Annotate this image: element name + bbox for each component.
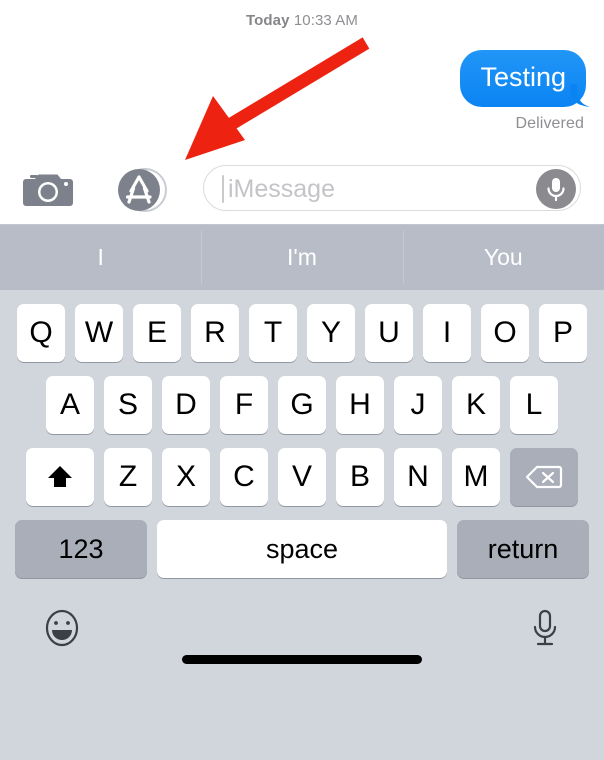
on-screen-keyboard: I I'm You Q W E R T Y U I O P A S D F G … bbox=[0, 224, 604, 760]
prediction-item-2[interactable]: I'm bbox=[201, 224, 402, 290]
key-m[interactable]: M bbox=[452, 448, 500, 506]
keyboard-row-3: Z X C V B N M bbox=[0, 448, 604, 506]
message-input-bar: iMessage bbox=[0, 156, 604, 224]
delete-icon[interactable] bbox=[510, 448, 578, 506]
key-b[interactable]: B bbox=[336, 448, 384, 506]
key-d[interactable]: D bbox=[162, 376, 210, 434]
conversation-timestamp: Today 10:33 AM bbox=[0, 12, 604, 29]
key-i[interactable]: I bbox=[423, 304, 471, 362]
key-v[interactable]: V bbox=[278, 448, 326, 506]
key-n[interactable]: N bbox=[394, 448, 442, 506]
emoji-icon[interactable] bbox=[40, 606, 84, 650]
key-p[interactable]: P bbox=[539, 304, 587, 362]
key-y[interactable]: Y bbox=[307, 304, 355, 362]
key-x[interactable]: X bbox=[162, 448, 210, 506]
keyboard-row-1: Q W E R T Y U I O P bbox=[0, 304, 604, 362]
timestamp-day: Today bbox=[245, 12, 290, 29]
key-l[interactable]: L bbox=[510, 376, 558, 434]
message-status: Delivered bbox=[515, 115, 584, 132]
key-u[interactable]: U bbox=[365, 304, 413, 362]
key-k[interactable]: K bbox=[452, 376, 500, 434]
key-r[interactable]: R bbox=[191, 304, 239, 362]
key-e[interactable]: E bbox=[133, 304, 181, 362]
key-h[interactable]: H bbox=[336, 376, 384, 434]
numeric-key[interactable]: 123 bbox=[15, 520, 147, 578]
keyboard-keys: Q W E R T Y U I O P A S D F G H J K L Z … bbox=[0, 290, 604, 578]
key-z[interactable]: Z bbox=[104, 448, 152, 506]
prediction-item-3[interactable]: You bbox=[402, 224, 604, 290]
key-c[interactable]: C bbox=[220, 448, 268, 506]
imessage-screen: Today 10:33 AM Testing Delivered iMessag… bbox=[0, 0, 604, 760]
message-bubble[interactable]: Testing bbox=[460, 50, 591, 107]
key-j[interactable]: J bbox=[394, 376, 442, 434]
predictive-text-bar: I I'm You bbox=[0, 224, 604, 290]
app-store-icon[interactable] bbox=[110, 166, 172, 214]
message-row-outgoing: Testing bbox=[460, 50, 591, 107]
key-w[interactable]: W bbox=[75, 304, 123, 362]
microphone-icon[interactable] bbox=[536, 169, 576, 209]
prediction-item-1[interactable]: I bbox=[0, 224, 201, 290]
bubble-tail bbox=[569, 84, 593, 108]
home-indicator bbox=[182, 655, 422, 664]
key-q[interactable]: Q bbox=[17, 304, 65, 362]
space-key[interactable]: space bbox=[157, 520, 447, 578]
keyboard-bottom-bar bbox=[0, 592, 604, 678]
key-o[interactable]: O bbox=[481, 304, 529, 362]
message-input-field[interactable]: iMessage bbox=[203, 165, 581, 211]
return-key[interactable]: return bbox=[457, 520, 589, 578]
dictation-microphone-icon[interactable] bbox=[528, 606, 562, 650]
text-caret bbox=[222, 175, 224, 203]
timestamp-time: 10:33 AM bbox=[293, 12, 359, 29]
key-a[interactable]: A bbox=[46, 376, 94, 434]
camera-icon[interactable] bbox=[22, 170, 74, 210]
shift-icon[interactable] bbox=[26, 448, 94, 506]
keyboard-row-2: A S D F G H J K L bbox=[0, 376, 604, 434]
keyboard-row-4: 123 space return bbox=[0, 520, 604, 578]
key-f[interactable]: F bbox=[220, 376, 268, 434]
key-g[interactable]: G bbox=[278, 376, 326, 434]
message-text: Testing bbox=[480, 62, 566, 92]
message-input-placeholder: iMessage bbox=[228, 175, 335, 203]
key-s[interactable]: S bbox=[104, 376, 152, 434]
key-t[interactable]: T bbox=[249, 304, 297, 362]
